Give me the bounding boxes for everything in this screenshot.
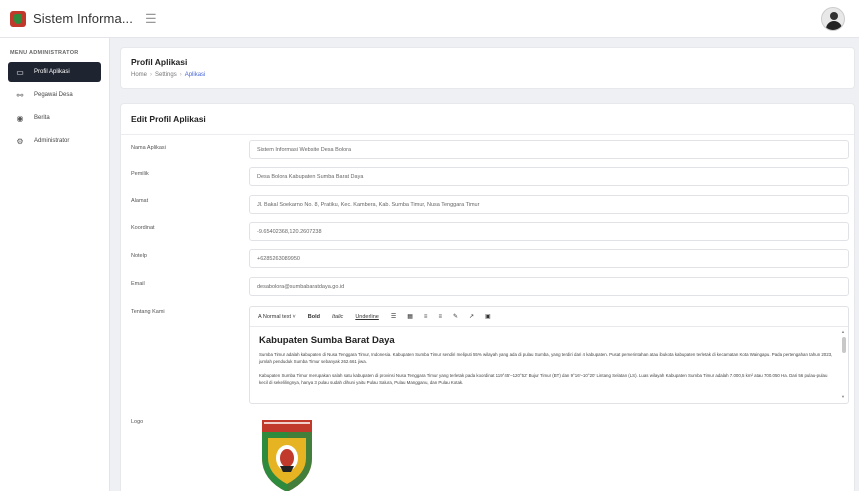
hamburger-icon[interactable]: ☰ bbox=[145, 11, 157, 27]
sidebar-item-label: Profil Aplikasi bbox=[34, 69, 70, 75]
monitor-icon: ▭ bbox=[16, 67, 24, 77]
app-title: Sistem Informa... bbox=[33, 11, 133, 26]
align-left-icon[interactable]: ≡ bbox=[424, 314, 428, 320]
label-email: Email bbox=[131, 281, 145, 287]
sidebar: MENU ADMINISTRATOR ▭ Profil Aplikasi ⚯ P… bbox=[0, 38, 110, 491]
sidebar-item-berita[interactable]: ◉ Berita bbox=[8, 108, 101, 128]
scroll-up-icon[interactable]: ▲ bbox=[841, 329, 845, 334]
alamat-input[interactable]: Jl. Bakal Soekarno No. 8, Pratiku, Kec. … bbox=[249, 195, 849, 214]
about-rich-text-editor[interactable]: A Normal text ˅ Bold Italic Underline ☰ … bbox=[249, 306, 849, 404]
page-header-card: Profil Aplikasi Home › Settings › Aplikasi bbox=[120, 47, 855, 89]
sidebar-item-label: Berita bbox=[34, 115, 50, 121]
label-logo: Logo bbox=[131, 419, 144, 425]
top-navbar: Sistem Informa... ☰ bbox=[0, 0, 859, 38]
editor-content[interactable]: Kabupaten Sumba Barat Daya Sumba Timur a… bbox=[250, 327, 848, 403]
sidebar-item-pegawai-desa[interactable]: ⚯ Pegawai Desa bbox=[8, 85, 101, 105]
bullet-list-icon[interactable]: ▦ bbox=[407, 313, 413, 320]
label-alamat: Alamat bbox=[131, 198, 149, 204]
editor-toolbar: A Normal text ˅ Bold Italic Underline ☰ … bbox=[250, 307, 848, 327]
scroll-down-icon[interactable]: ▼ bbox=[841, 394, 845, 399]
edit-profile-card: Edit Profil Aplikasi Nama Aplikasi Siste… bbox=[120, 103, 855, 491]
scroll-thumb[interactable] bbox=[842, 337, 846, 353]
editor-paragraph: Sumba Timur adalah kabupaten di Nusa Ten… bbox=[259, 352, 833, 364]
bold-button[interactable]: Bold bbox=[308, 314, 320, 320]
underline-button[interactable]: Underline bbox=[355, 314, 379, 320]
globe-icon: ◉ bbox=[16, 113, 24, 123]
user-avatar[interactable] bbox=[821, 7, 845, 31]
gear-icon: ⚙ bbox=[16, 136, 24, 146]
breadcrumb: Home › Settings › Aplikasi bbox=[131, 72, 844, 78]
pen-icon[interactable]: ✎ bbox=[453, 313, 458, 320]
sidebar-item-label: Administrator bbox=[34, 138, 70, 144]
pemilik-input[interactable]: Desa Bolora Kabupaten Sumba Barat Daya bbox=[249, 167, 849, 186]
breadcrumb-current: Aplikasi bbox=[184, 72, 206, 78]
breadcrumb-separator: › bbox=[150, 72, 153, 78]
page-title: Profil Aplikasi bbox=[131, 57, 188, 67]
notelp-input[interactable]: +6285263089950 bbox=[249, 249, 849, 268]
label-notelp: Notelp bbox=[131, 253, 147, 259]
text-format-dropdown[interactable]: A Normal text ˅ bbox=[258, 314, 296, 320]
editor-scrollbar[interactable]: ▲ ▼ bbox=[841, 329, 847, 399]
form-title: Edit Profil Aplikasi bbox=[131, 114, 206, 124]
brand[interactable]: Sistem Informa... bbox=[10, 10, 133, 27]
koordinat-input[interactable]: -9.65402368,120.2607238 bbox=[249, 222, 849, 241]
editor-heading: Kabupaten Sumba Barat Daya bbox=[259, 335, 395, 346]
align-justify-icon[interactable]: ≡ bbox=[438, 314, 442, 320]
editor-paragraph: Kabupaten Sumba Timur merupakan salah sa… bbox=[259, 373, 828, 385]
divider bbox=[121, 134, 854, 135]
image-icon[interactable]: ▣ bbox=[485, 313, 491, 320]
label-nama-aplikasi: Nama Aplikasi bbox=[131, 145, 166, 151]
label-tentang-kami: Tentang Kami bbox=[131, 309, 165, 315]
ordered-list-icon[interactable]: ☰ bbox=[391, 313, 396, 320]
breadcrumb-home[interactable]: Home bbox=[131, 72, 147, 78]
sidebar-item-administrator[interactable]: ⚙ Administrator bbox=[8, 131, 101, 151]
nama-aplikasi-input[interactable]: Sistem Informasi Website Desa Bolora bbox=[249, 140, 849, 159]
breadcrumb-separator: › bbox=[179, 72, 182, 78]
sidebar-item-label: Pegawai Desa bbox=[34, 92, 73, 98]
label-koordinat: Koordinat bbox=[131, 225, 155, 231]
email-input[interactable]: desabolora@sumbabaratdaya.go.id bbox=[249, 277, 849, 296]
users-icon: ⚯ bbox=[16, 90, 24, 100]
breadcrumb-settings[interactable]: Settings bbox=[155, 72, 177, 78]
label-pemilik: Pemilik bbox=[131, 171, 149, 177]
italic-button[interactable]: Italic bbox=[332, 314, 343, 320]
regency-logo-image bbox=[262, 420, 312, 491]
link-icon[interactable]: ↗ bbox=[469, 313, 474, 320]
sidebar-section-title: MENU ADMINISTRATOR bbox=[10, 50, 79, 56]
sidebar-item-profil-aplikasi[interactable]: ▭ Profil Aplikasi bbox=[8, 62, 101, 82]
app-logo-icon bbox=[10, 10, 26, 27]
